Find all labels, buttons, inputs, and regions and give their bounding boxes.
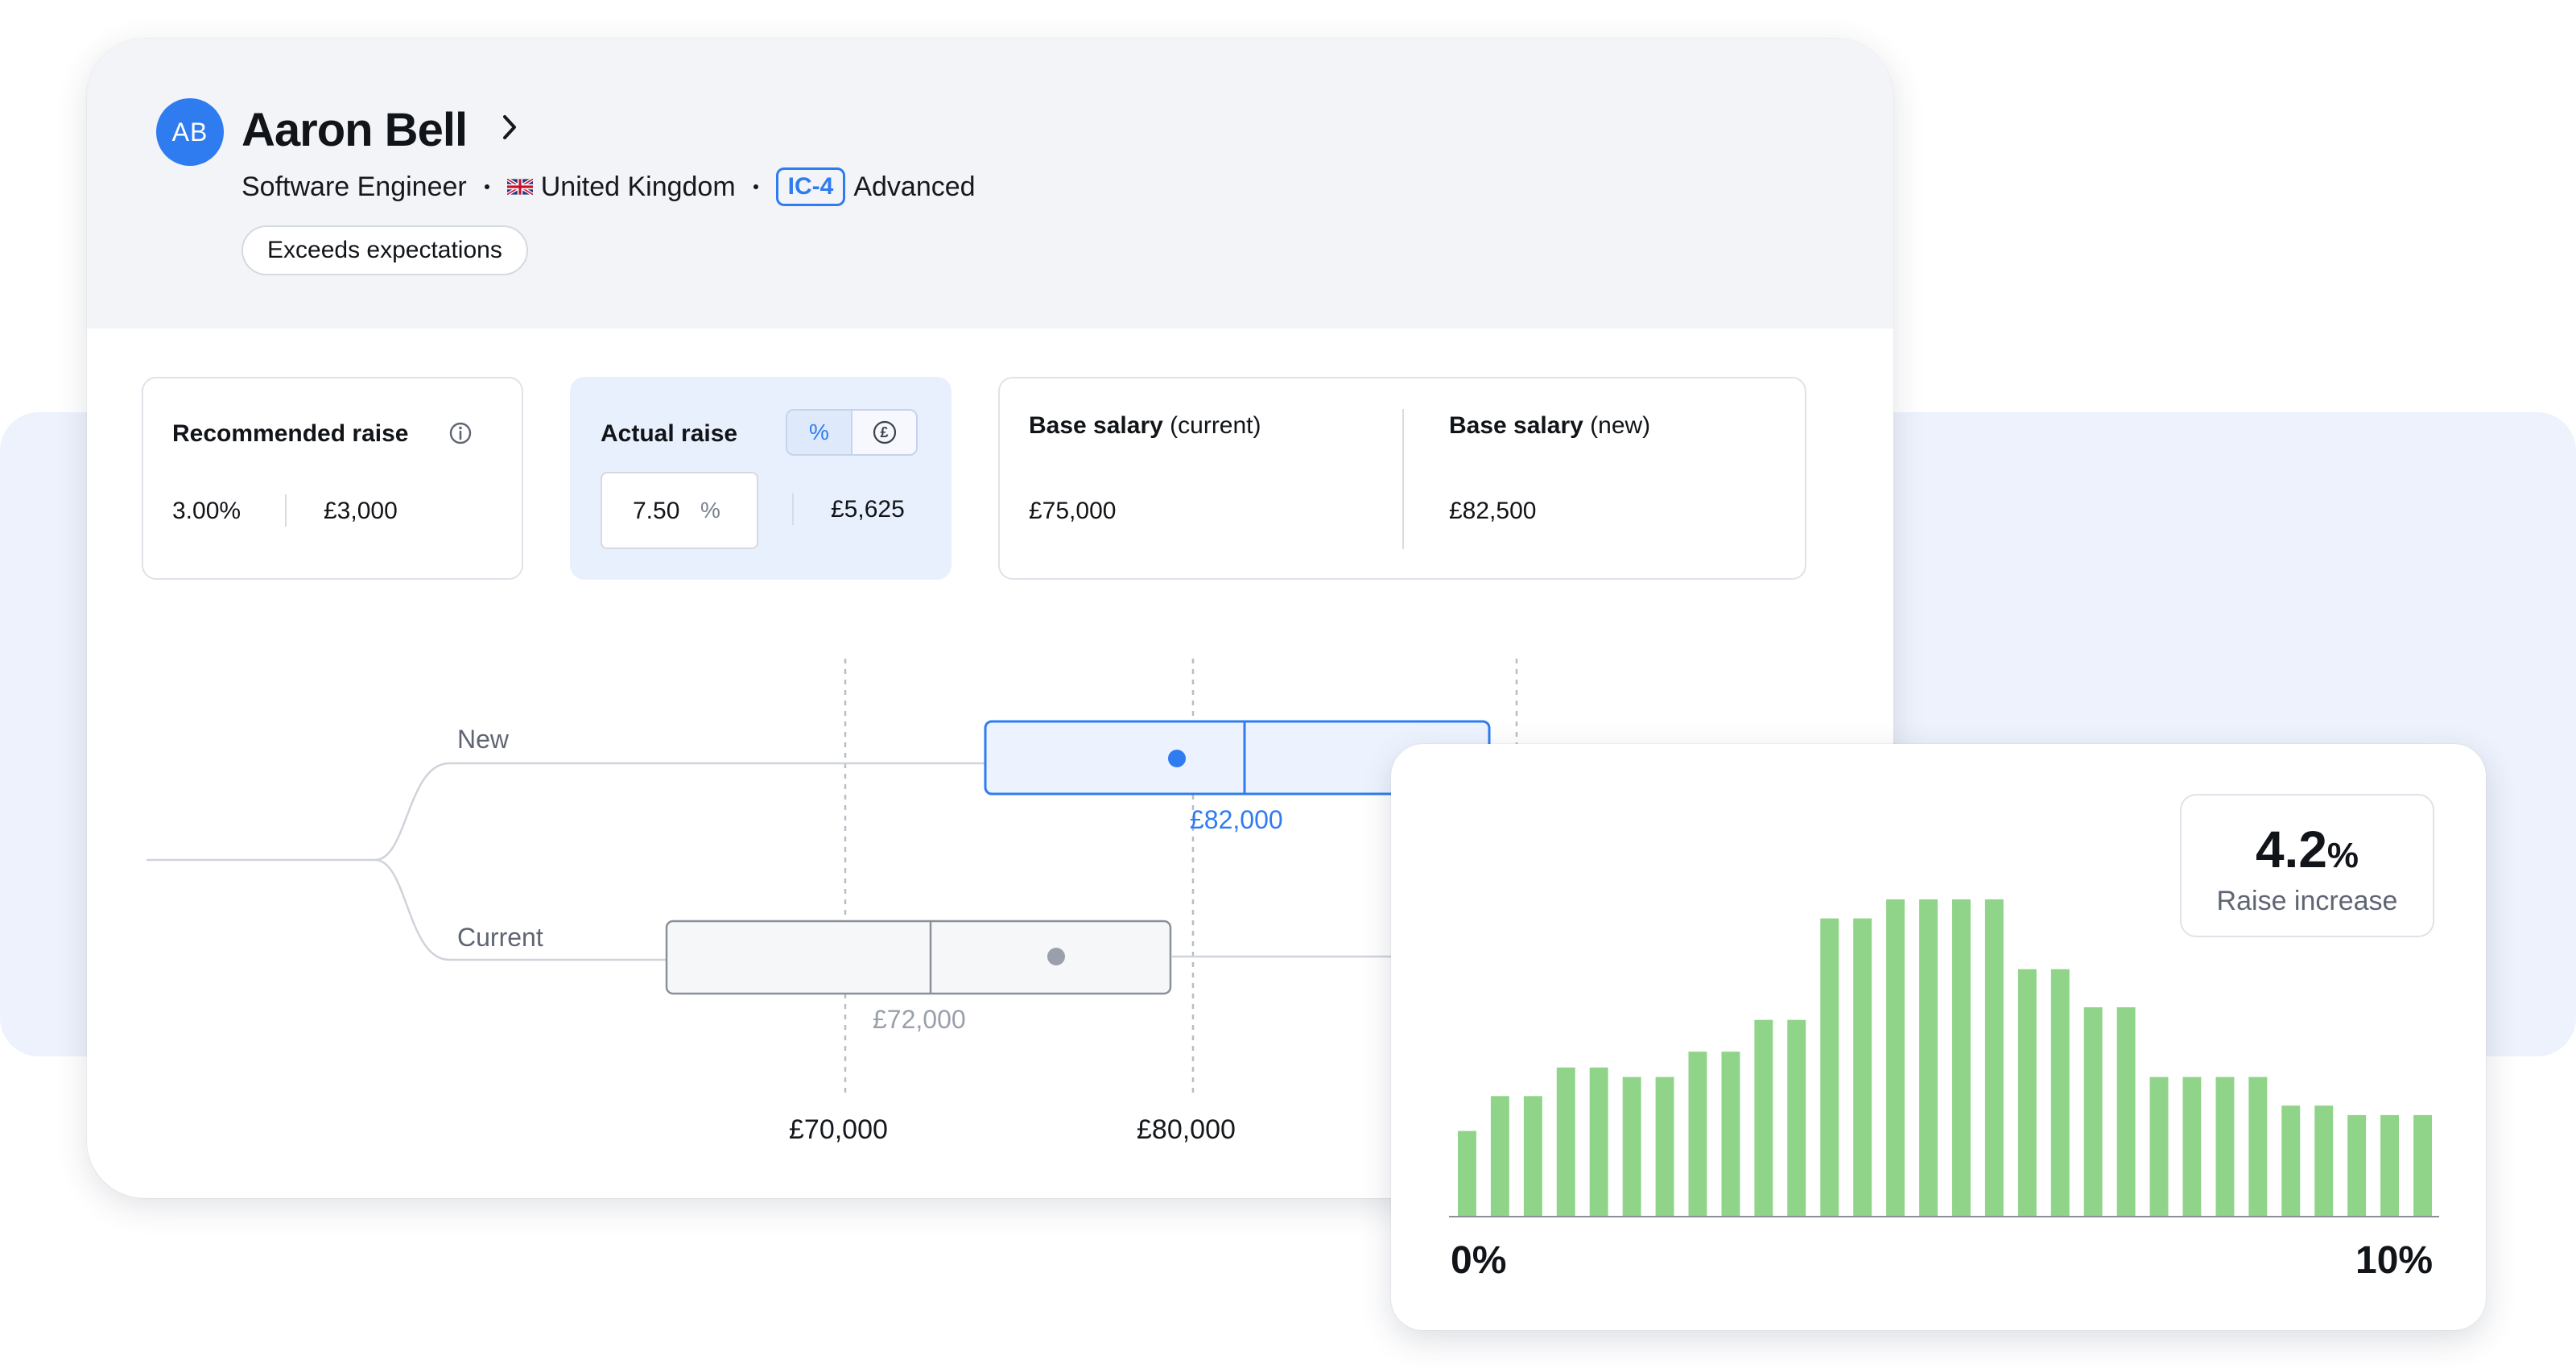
histogram-bar: [1458, 1130, 1476, 1217]
axis-label-80000: £80,000: [1137, 1114, 1236, 1145]
histogram-bar: [2248, 1077, 2268, 1217]
histogram-bar: [1787, 1019, 1806, 1217]
histogram-bar: [1886, 899, 1905, 1217]
histogram-bar: [1754, 1019, 1773, 1217]
histogram-bar: [1589, 1067, 1608, 1217]
histogram-bar: [2314, 1106, 2334, 1217]
histogram-bar: [2116, 1007, 2136, 1217]
histogram-bar: [2149, 1077, 2169, 1217]
salary-marker-current: [1047, 948, 1065, 965]
histogram-bar: [2347, 1114, 2367, 1217]
histogram-bar: [1721, 1052, 1740, 1217]
median-label-new: £82,000: [1190, 805, 1283, 834]
histogram-bar: [1622, 1077, 1641, 1217]
histogram-bar: [1853, 918, 1872, 1217]
row-label-current: Current: [457, 923, 543, 952]
histogram-bar: [2050, 969, 2070, 1217]
range-box-current[interactable]: [665, 920, 1172, 995]
histogram-bar: [2215, 1077, 2235, 1217]
raise-histogram: [1449, 899, 2439, 1217]
histogram-x-min: 0%: [1451, 1239, 1507, 1282]
histogram-bar: [2083, 1007, 2103, 1217]
histogram-bar: [1490, 1096, 1509, 1217]
histogram-bar: [2182, 1077, 2202, 1217]
median-label-current: £72,000: [873, 1005, 966, 1034]
histogram-bar: [1820, 918, 1839, 1217]
histogram-bar: [2380, 1114, 2399, 1217]
histogram-bar: [1984, 899, 2004, 1217]
row-label-new: New: [457, 725, 510, 754]
axis-label-70000: £70,000: [789, 1114, 888, 1145]
histogram-bar: [1952, 899, 1971, 1217]
raise-distribution-card: 4.2% Raise increase 0% 10%: [1391, 744, 2486, 1330]
histogram-bar: [1919, 899, 1938, 1217]
histogram-bar: [2017, 969, 2037, 1217]
histogram-bar: [2413, 1114, 2432, 1217]
branch-new: [147, 762, 987, 862]
salary-marker-new: [1168, 750, 1186, 767]
histogram-bar: [1688, 1052, 1707, 1217]
histogram-bar: [2281, 1106, 2301, 1217]
histogram-bar: [1523, 1096, 1542, 1217]
histogram-bar: [1655, 1077, 1674, 1217]
histogram-x-max: 10%: [2355, 1239, 2434, 1282]
histogram-bar: [1556, 1067, 1575, 1217]
